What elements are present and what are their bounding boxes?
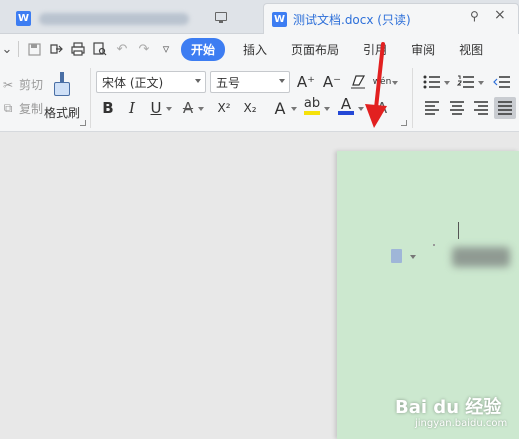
highlight-button[interactable]: ab [302, 96, 322, 116]
format-painter-label: 格式刷 [43, 106, 80, 120]
cut-label: 剪切 [19, 78, 44, 92]
italic-button[interactable]: I [122, 98, 142, 118]
text-effects-button[interactable]: A [270, 98, 290, 118]
writer-icon: W [272, 11, 287, 27]
numbered-list-icon[interactable] [456, 72, 476, 92]
copy-label: 复制 [19, 102, 44, 116]
paintbrush-icon [51, 72, 73, 98]
character-border-button[interactable]: A [372, 98, 392, 118]
bullet-list-icon[interactable] [422, 72, 442, 92]
font-size-value: 五号 [216, 75, 241, 90]
pin-icon[interactable]: ⚲ [470, 9, 479, 23]
format-painter-button[interactable]: 格式刷 [42, 72, 82, 128]
subscript-button[interactable]: X₂ [240, 98, 260, 118]
underline-dropdown-icon[interactable] [166, 107, 172, 111]
menu-page-layout[interactable]: 页面布局 [279, 41, 351, 58]
menu-view[interactable]: 视图 [447, 41, 483, 58]
export-icon[interactable] [45, 38, 67, 60]
phonetic-guide-button[interactable]: wén [372, 72, 392, 92]
superscript-button[interactable]: X² [214, 98, 234, 118]
watermark-logo: Bai du 经验 [395, 397, 502, 418]
menu-bar: ⌄ ↶ ↷ ▿ 开始 插入 页面布局 引用 审阅 视图 [0, 34, 519, 64]
paste-options-dropdown-icon[interactable] [410, 255, 416, 259]
paragraph-mark [433, 244, 435, 246]
monitor-icon[interactable] [215, 12, 227, 23]
phonetic-dropdown-icon[interactable] [392, 81, 398, 85]
paste-options-icon[interactable] [391, 249, 402, 263]
copy-icon: ⧉ [3, 101, 13, 115]
menu-references[interactable]: 引用 [351, 41, 399, 58]
numbered-list-dropdown-icon[interactable] [478, 81, 484, 85]
divider [90, 68, 91, 128]
undo-icon[interactable]: ↶ [111, 38, 133, 60]
underline-button[interactable]: U [146, 98, 166, 118]
menu-review[interactable]: 审阅 [399, 41, 447, 58]
tab-current-document[interactable]: W 测试文档.docx (只读) [263, 3, 519, 34]
phonetic-guide-label: wén [372, 77, 392, 87]
blurred-text [452, 247, 510, 267]
close-icon[interactable]: × [494, 7, 506, 23]
font-color-label: A [340, 95, 352, 113]
font-color-button[interactable]: A [336, 96, 356, 116]
font-launcher-icon[interactable] [401, 120, 407, 126]
bullet-list-dropdown-icon[interactable] [444, 81, 450, 85]
strikethrough-button[interactable]: A [178, 98, 198, 118]
font-family-value: 宋体 (正文) [102, 75, 164, 90]
copy-button[interactable]: ⧉ 复制 [0, 100, 43, 117]
clear-format-icon[interactable] [348, 72, 368, 92]
divider [18, 41, 19, 57]
blurred-tab-title [39, 12, 189, 25]
font-size-select[interactable]: 五号 [210, 71, 290, 93]
align-left-icon[interactable] [422, 98, 442, 118]
highlight-dropdown-icon[interactable] [324, 107, 330, 111]
menu-insert[interactable]: 插入 [231, 41, 279, 58]
tab-title: 测试文档.docx (只读) [293, 12, 411, 27]
font-family-select[interactable]: 宋体 (正文) [96, 71, 206, 93]
justify-icon[interactable] [494, 97, 516, 119]
strikethrough-dropdown-icon[interactable] [198, 107, 204, 111]
clipboard-launcher-icon[interactable] [80, 120, 86, 126]
highlight-label: ab [303, 96, 321, 111]
scissors-icon: ✂ [2, 77, 14, 92]
text-cursor [458, 222, 459, 239]
print-icon[interactable] [67, 38, 89, 60]
chevron-down-icon[interactable]: ⌄ [0, 38, 14, 60]
ribbon-home: ✂ 剪切 ⧉ 复制 格式刷 宋体 (正文) 五号 A⁺ A⁻ wén B I U… [0, 64, 519, 132]
redo-icon[interactable]: ↷ [133, 38, 155, 60]
cut-button[interactable]: ✂ 剪切 [0, 76, 43, 93]
shrink-font-button[interactable]: A⁻ [322, 72, 342, 92]
decrease-indent-icon[interactable] [492, 72, 512, 92]
customize-dropdown-icon[interactable]: ▿ [155, 38, 177, 60]
grow-font-button[interactable]: A⁺ [296, 72, 316, 92]
align-right-icon[interactable] [471, 98, 491, 118]
font-color-dropdown-icon[interactable] [358, 107, 364, 111]
bold-button[interactable]: B [98, 98, 118, 118]
writer-icon: W [16, 11, 31, 26]
watermark-url: jingyan.baidu.com [415, 418, 508, 429]
menu-home[interactable]: 开始 [181, 37, 226, 61]
divider [412, 68, 413, 128]
save-icon[interactable] [23, 38, 45, 60]
tab-bar: W W 测试文档.docx (只读) ⚲ × [0, 0, 519, 34]
align-center-icon[interactable] [447, 98, 467, 118]
print-preview-icon[interactable] [89, 38, 111, 60]
text-effects-dropdown-icon[interactable] [291, 107, 297, 111]
